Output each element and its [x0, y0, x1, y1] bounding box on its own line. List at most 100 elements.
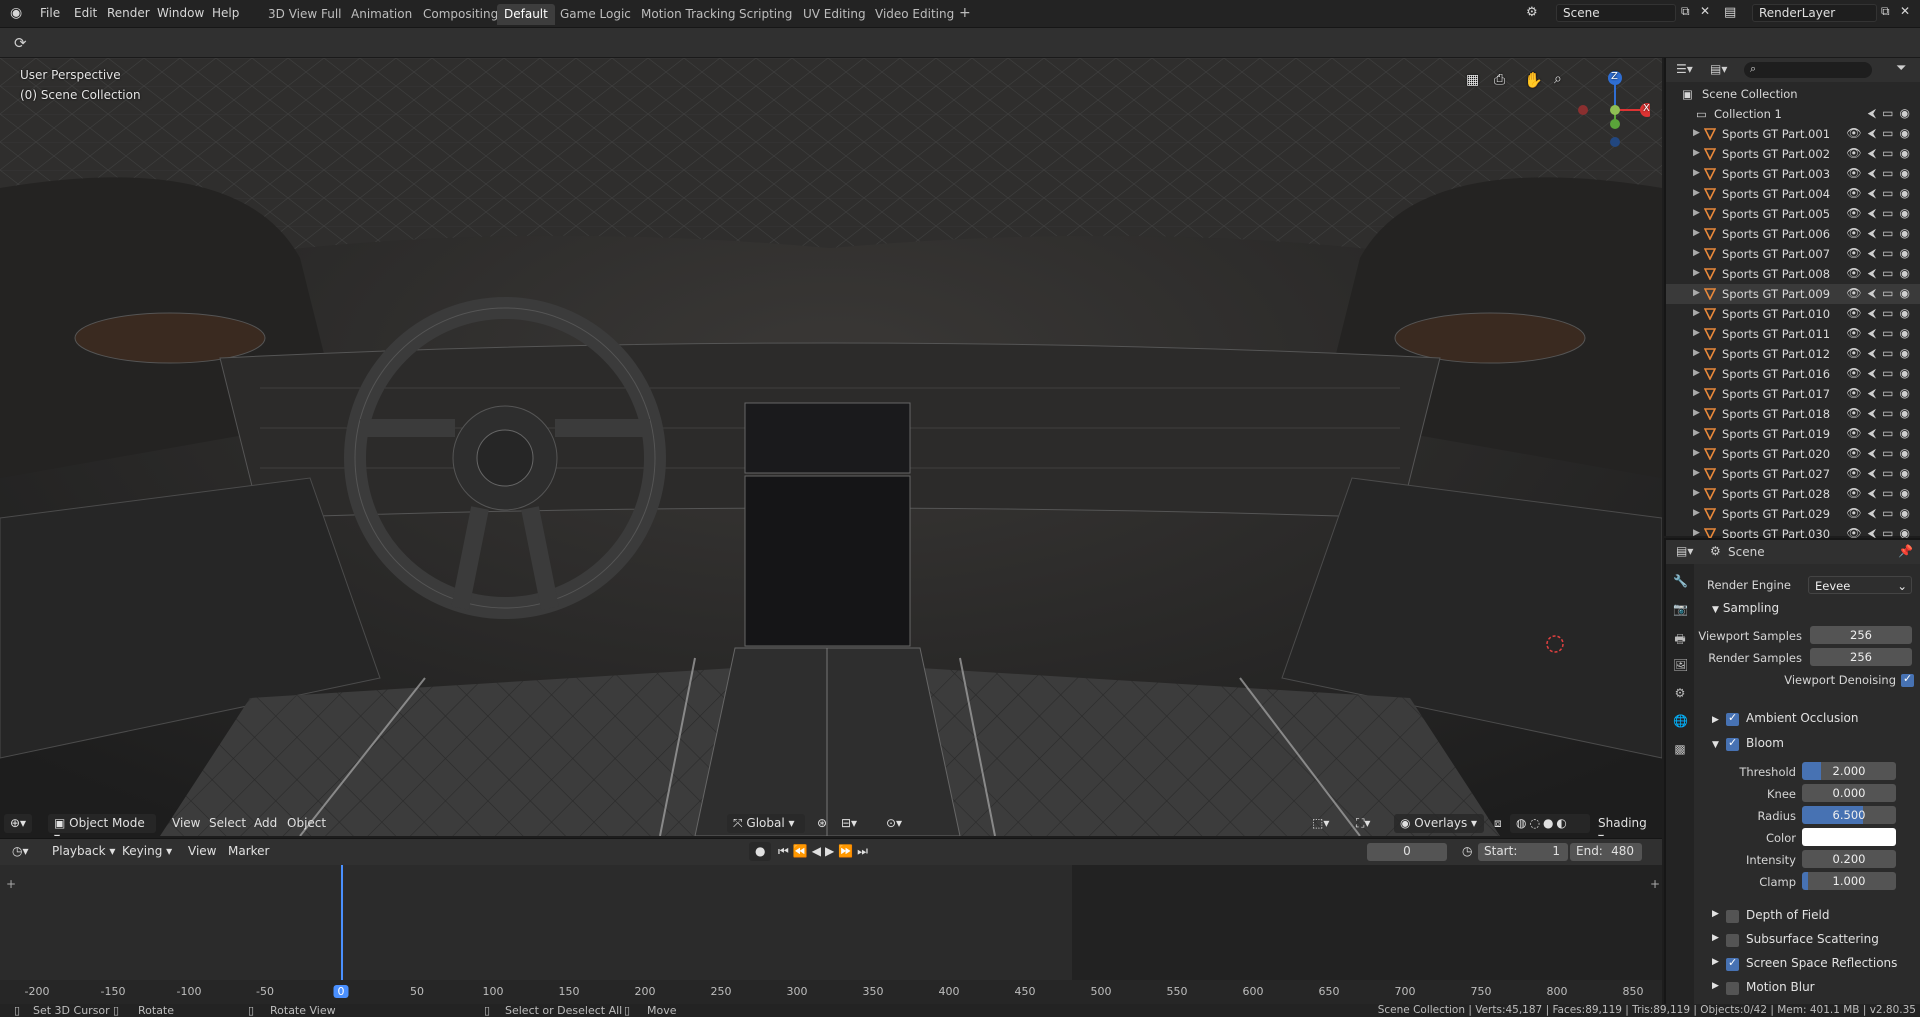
render-samples-field[interactable]: 256	[1810, 648, 1912, 666]
outliner-item[interactable]: ▶ Sports GT Part.004 👁⮜▭◉	[1666, 184, 1920, 204]
output-tab-icon[interactable]: 🖶	[1673, 630, 1687, 646]
tool-rotate-icon[interactable]: ⟳	[14, 34, 27, 52]
outliner-item[interactable]: ▶ Sports GT Part.027 👁⮜▭◉	[1666, 464, 1920, 484]
render-layer-icon[interactable]: ▤	[1724, 5, 1736, 20]
overlays-dropdown[interactable]: ◉ Overlays ▾	[1394, 814, 1484, 833]
end-frame-field[interactable]: End: 480	[1570, 843, 1642, 861]
outliner-item[interactable]: ▶ Sports GT Part.001 👁⮜▭◉	[1666, 124, 1920, 144]
expand-icon[interactable]: ▶	[1693, 148, 1700, 158]
add-region-icon[interactable]: +	[1650, 877, 1660, 891]
scene-tab-icon[interactable]: ⚙	[1673, 686, 1687, 700]
object-toggles[interactable]: 👁⮜▭◉	[1846, 326, 1916, 341]
panel-closed-icon[interactable]: ▶	[1712, 933, 1719, 943]
timeline-ruler[interactable]: -200 -150 -100 -50 0 50 100 150 200 250 300 350 400 4…	[0, 980, 1662, 1004]
expand-icon[interactable]: ▶	[1693, 268, 1700, 278]
outliner-item[interactable]: ▶ Sports GT Part.003 👁⮜▭◉	[1666, 164, 1920, 184]
outliner-item[interactable]: ▶ Sports GT Part.017 👁⮜▭◉	[1666, 384, 1920, 404]
object-toggles[interactable]: 👁⮜▭◉	[1846, 186, 1916, 201]
viewport-menu-view[interactable]: View	[166, 814, 206, 833]
section-checkbox[interactable]	[1726, 934, 1739, 947]
outliner-item[interactable]: ▶ Sports GT Part.009 👁⮜▭◉	[1666, 284, 1920, 304]
tab-video-editing[interactable]: Video Editing	[868, 4, 961, 25]
menu-render[interactable]: Render	[107, 6, 150, 20]
ambient-occlusion-panel[interactable]: ▶	[1712, 711, 1723, 725]
outliner-item[interactable]: ▶ Sports GT Part.029 👁⮜▭◉	[1666, 504, 1920, 524]
object-toggles[interactable]: 👁⮜▭◉	[1846, 166, 1916, 181]
expand-icon[interactable]: ▶	[1693, 248, 1700, 258]
object-toggles[interactable]: 👁⮜▭◉	[1846, 286, 1916, 301]
expand-icon[interactable]: ▶	[1693, 308, 1700, 318]
add-workspace-button[interactable]: +	[952, 4, 978, 25]
viewport-menu-select[interactable]: Select	[203, 814, 252, 833]
render-tab-icon[interactable]: 📷	[1673, 602, 1688, 616]
menu-window[interactable]: Window	[157, 6, 204, 20]
bloom-field-input[interactable]: 6.500	[1802, 806, 1896, 824]
start-frame-field[interactable]: Start: 1	[1478, 843, 1568, 861]
section-checkbox[interactable]	[1726, 982, 1739, 995]
delete-layer-icon[interactable]: ✕	[1900, 4, 1910, 18]
visibility-icon[interactable]: ⬚▾	[1306, 814, 1335, 833]
tab-default[interactable]: Default	[497, 4, 555, 25]
object-toggles[interactable]: 👁⮜▭◉	[1846, 386, 1916, 401]
expand-icon[interactable]: ▶	[1693, 368, 1700, 378]
outliner-item[interactable]: ▶ Sports GT Part.007 👁⮜▭◉	[1666, 244, 1920, 264]
object-toggles[interactable]: 👁⮜▭◉	[1846, 466, 1916, 481]
outliner-item[interactable]: ▶ Sports GT Part.018 👁⮜▭◉	[1666, 404, 1920, 424]
collection-toggles[interactable]: ⮜▭◉	[1868, 106, 1916, 121]
orientation-dropdown[interactable]: ⤧ Global ▾	[727, 814, 805, 833]
panel-closed-icon[interactable]: ▶	[1712, 957, 1719, 967]
outliner-item[interactable]: ▶ Sports GT Part.019 👁⮜▭◉	[1666, 424, 1920, 444]
viewport-menu-object[interactable]: Object	[281, 814, 332, 833]
object-toggles[interactable]: 👁⮜▭◉	[1846, 246, 1916, 261]
expand-icon[interactable]: ▶	[1693, 288, 1700, 298]
display-mode-icon[interactable]: ▤▾	[1710, 62, 1727, 76]
timeline-editor-type-icon[interactable]: ◷▾	[6, 842, 35, 861]
shading-dropdown[interactable]: Shading ▾	[1592, 814, 1662, 836]
outliner-item[interactable]: ▶ Sports GT Part.020 👁⮜▭◉	[1666, 444, 1920, 464]
bloom-panel[interactable]: ▼	[1712, 736, 1723, 750]
viewport-samples-field[interactable]: 256	[1810, 626, 1912, 644]
clock-icon[interactable]: ◷	[1456, 842, 1478, 861]
world-tab-icon[interactable]: 🌐	[1673, 714, 1688, 728]
proportional-icon[interactable]: ⊙▾	[880, 814, 908, 833]
add-region-left-icon[interactable]: +	[6, 877, 16, 891]
bloom-checkbox[interactable]	[1726, 736, 1739, 751]
gizmo-toggle-icon[interactable]: ⛶▾	[1350, 814, 1376, 833]
expand-icon[interactable]: ▶	[1693, 208, 1700, 218]
object-toggles[interactable]: 👁⮜▭◉	[1846, 226, 1916, 241]
expand-icon[interactable]: ▶	[1693, 388, 1700, 398]
outliner-search-input[interactable]: ⌕	[1744, 62, 1872, 78]
viewport-denoising-checkbox[interactable]	[1901, 672, 1914, 687]
scene-name-field[interactable]: Scene	[1556, 4, 1676, 22]
bloom-field-input[interactable]: 2.000	[1802, 762, 1896, 780]
object-toggles[interactable]: 👁⮜▭◉	[1846, 126, 1916, 141]
object-toggles[interactable]: 👁⮜▭◉	[1846, 446, 1916, 461]
expand-icon[interactable]: ▶	[1693, 408, 1700, 418]
editor-type-icon[interactable]: ⊕▾	[4, 814, 33, 833]
new-scene-icon[interactable]: ⧉	[1681, 4, 1690, 19]
expand-icon[interactable]: ▶	[1693, 468, 1700, 478]
object-toggles[interactable]: 👁⮜▭◉	[1846, 366, 1916, 381]
object-toggles[interactable]: 👁⮜▭◉	[1846, 506, 1916, 521]
object-mode-dropdown[interactable]: ▣ Object Mode ▾	[48, 814, 156, 836]
expand-icon[interactable]: ▶	[1693, 328, 1700, 338]
render-engine-dropdown[interactable]: Eevee ⌄	[1808, 576, 1912, 594]
expand-icon[interactable]: ▶	[1693, 428, 1700, 438]
camera-view-icon[interactable]: ⎙	[1494, 72, 1505, 88]
object-toggles[interactable]: 👁⮜▭◉	[1846, 346, 1916, 361]
object-toggles[interactable]: 👁⮜▭◉	[1846, 146, 1916, 161]
viewport-menu-add[interactable]: Add	[248, 814, 283, 833]
section-checkbox[interactable]	[1726, 910, 1739, 923]
outliner-item[interactable]: ▶ Sports GT Part.028 👁⮜▭◉	[1666, 484, 1920, 504]
view-layer-tab-icon[interactable]: 🖼	[1673, 658, 1688, 672]
outliner-item[interactable]: ▶ Sports GT Part.008 👁⮜▭◉	[1666, 264, 1920, 284]
timeline-track-area[interactable]: + +	[0, 865, 1662, 987]
outliner-editor-type-icon[interactable]: ☰▾	[1676, 62, 1693, 76]
object-toggles[interactable]: 👁⮜▭◉	[1846, 486, 1916, 501]
panel-closed-icon[interactable]: ▶	[1712, 909, 1719, 919]
pivot-icon[interactable]: ⊛	[811, 814, 833, 833]
bloom-field-input[interactable]: 0.000	[1802, 784, 1896, 802]
pin-icon[interactable]: 📌	[1898, 544, 1913, 558]
expand-icon[interactable]: ▶	[1693, 228, 1700, 238]
expand-icon[interactable]: ▶	[1693, 348, 1700, 358]
